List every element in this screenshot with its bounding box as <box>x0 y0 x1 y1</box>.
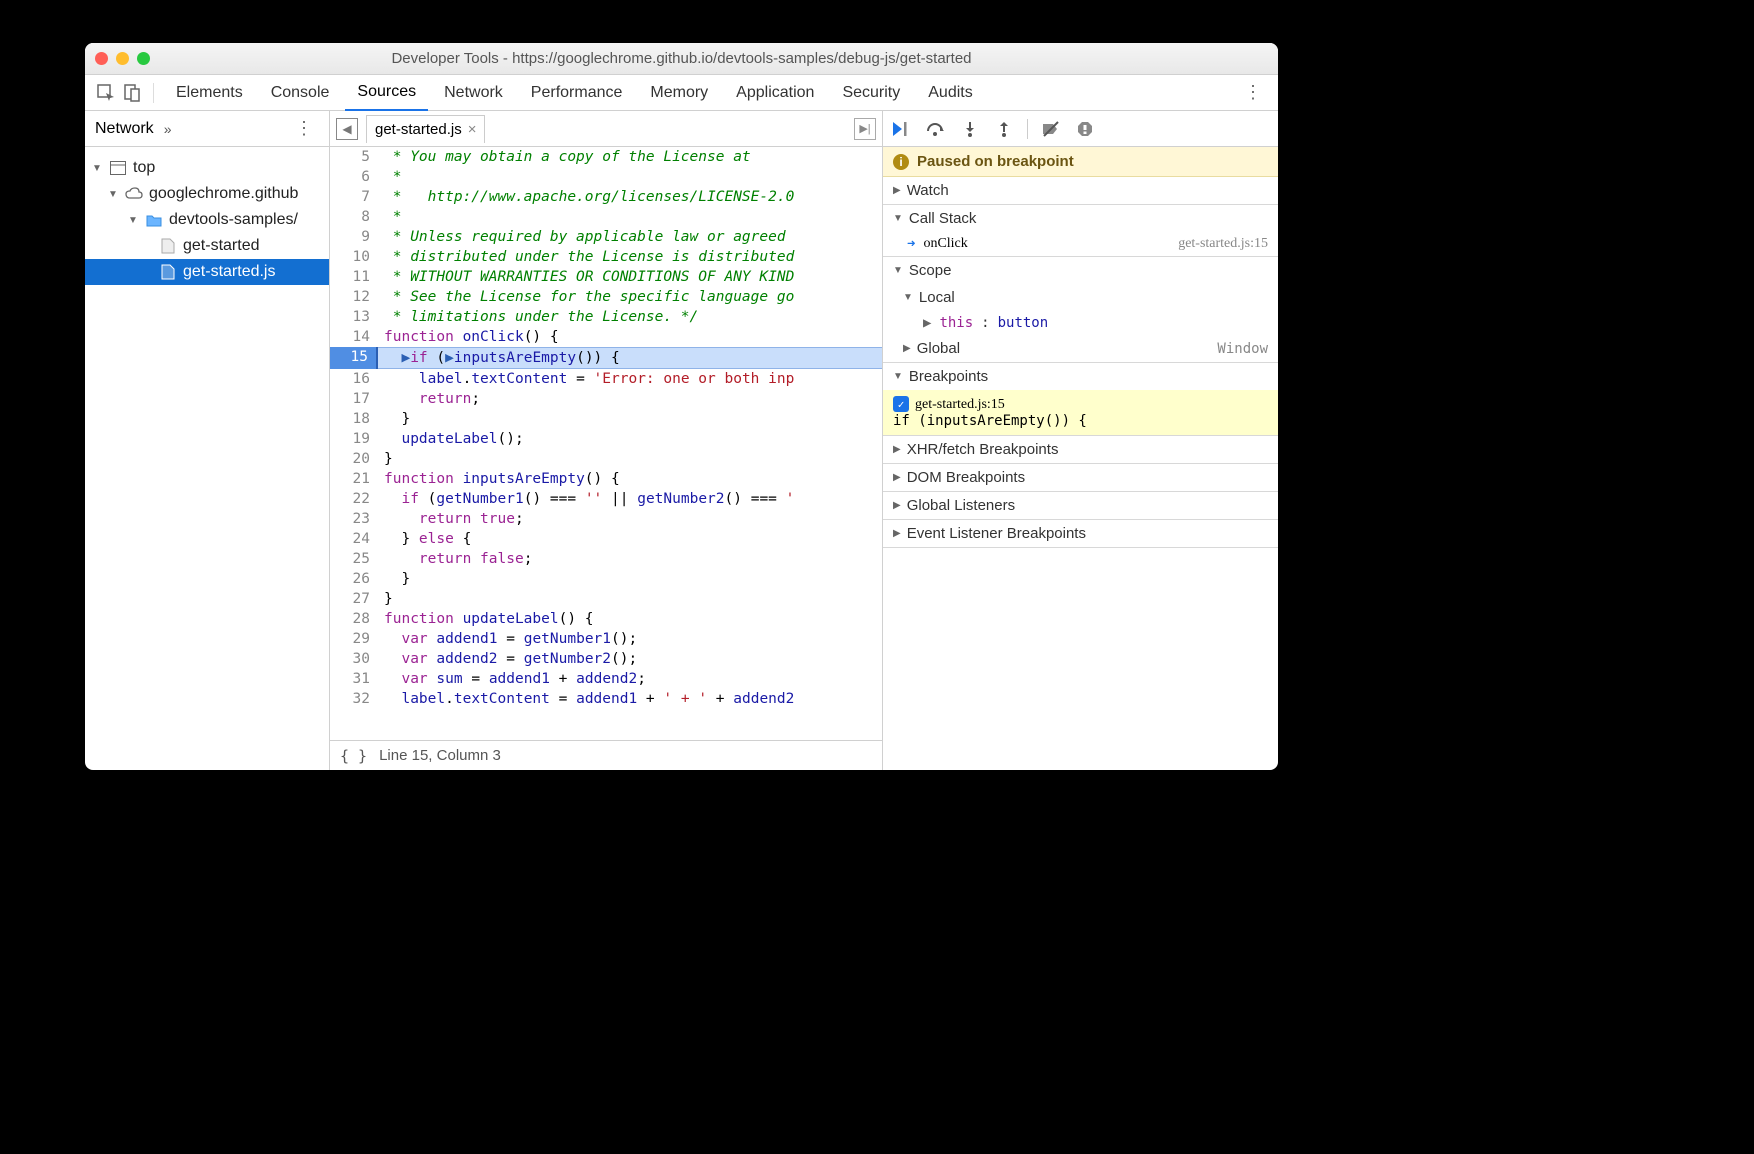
toggle-navigator-icon[interactable]: ◀ <box>336 118 358 140</box>
tree-folder[interactable]: ▼ devtools-samples/ <box>85 207 329 233</box>
tab-security[interactable]: Security <box>830 75 912 111</box>
close-window-icon[interactable] <box>95 52 108 65</box>
scope-section[interactable]: ▼Scope <box>883 257 1278 284</box>
scope-this[interactable]: ▶this: button <box>883 311 1278 335</box>
file-tree: ▼ top ▼ googlechrome.github ▼ devtools-s… <box>85 147 329 293</box>
tab-memory[interactable]: Memory <box>638 75 720 111</box>
code-editor[interactable]: 5 * You may obtain a copy of the License… <box>330 147 882 740</box>
step-over-icon[interactable] <box>925 118 947 140</box>
navigator-menu-icon[interactable]: ⋮ <box>289 118 319 139</box>
callstack-frame[interactable]: ➜ onClick get-started.js:15 <box>883 232 1278 256</box>
navigator-more-icon[interactable]: » <box>164 121 172 137</box>
tab-elements[interactable]: Elements <box>164 75 255 111</box>
close-tab-icon[interactable]: × <box>468 121 477 138</box>
scope-global[interactable]: ▶GlobalWindow <box>883 335 1278 362</box>
tree-domain[interactable]: ▼ googlechrome.github <box>85 181 329 207</box>
tab-sources[interactable]: Sources <box>345 75 428 111</box>
run-snippet-icon[interactable]: ▶| <box>854 118 876 140</box>
window-title: Developer Tools - https://googlechrome.g… <box>391 50 971 67</box>
main-tabs: Elements Console Sources Network Perform… <box>85 75 1278 111</box>
tree-folder-label: devtools-samples/ <box>169 211 298 229</box>
tab-console[interactable]: Console <box>259 75 342 111</box>
watch-section[interactable]: ▶Watch <box>883 177 1278 204</box>
window-icon <box>109 159 127 177</box>
cursor-position: Line 15, Column 3 <box>379 747 501 764</box>
tab-network[interactable]: Network <box>432 75 515 111</box>
debugger-panel: i Paused on breakpoint ▶Watch ▼Call Stac… <box>883 111 1278 770</box>
navigator-panel: Network » ⋮ ▼ top ▼ googlechrome.github … <box>85 111 330 770</box>
paused-text: Paused on breakpoint <box>917 153 1074 170</box>
file-icon <box>159 237 177 255</box>
tree-domain-label: googlechrome.github <box>149 185 298 203</box>
file-icon <box>159 263 177 281</box>
breakpoints-section[interactable]: ▼Breakpoints <box>883 363 1278 390</box>
callstack-section[interactable]: ▼Call Stack <box>883 205 1278 232</box>
pause-exceptions-icon[interactable] <box>1074 118 1096 140</box>
info-icon: i <box>893 154 909 170</box>
scope-local[interactable]: ▼Local <box>883 284 1278 311</box>
tree-top[interactable]: ▼ top <box>85 155 329 181</box>
global-listeners-section[interactable]: ▶Global Listeners <box>883 492 1278 519</box>
breakpoint-checkbox[interactable]: ✓ <box>893 396 909 412</box>
kebab-menu-icon[interactable]: ⋮ <box>1238 82 1268 103</box>
tree-top-label: top <box>133 159 155 177</box>
paused-banner: i Paused on breakpoint <box>883 147 1278 177</box>
tree-file-html[interactable]: get-started <box>85 233 329 259</box>
editor-panel: ◀ get-started.js × ▶| 5 * You may obtain… <box>330 111 883 770</box>
zoom-window-icon[interactable] <box>137 52 150 65</box>
editor-statusbar: { } Line 15, Column 3 <box>330 740 882 770</box>
current-frame-icon: ➜ <box>907 236 915 252</box>
inspect-icon[interactable] <box>95 82 117 104</box>
file-tab-label: get-started.js <box>375 121 462 138</box>
titlebar: Developer Tools - https://googlechrome.g… <box>85 43 1278 75</box>
navigator-tab[interactable]: Network <box>95 120 154 138</box>
deactivate-breakpoints-icon[interactable] <box>1040 118 1062 140</box>
minimize-window-icon[interactable] <box>116 52 129 65</box>
tab-audits[interactable]: Audits <box>916 75 984 111</box>
window-controls <box>95 52 150 65</box>
folder-icon <box>145 211 163 229</box>
pretty-print-icon[interactable]: { } <box>340 747 367 765</box>
resume-icon[interactable] <box>891 118 913 140</box>
debugger-toolbar <box>883 111 1278 147</box>
breakpoint-entry[interactable]: ✓get-started.js:15 if (inputsAreEmpty())… <box>883 390 1278 435</box>
step-out-icon[interactable] <box>993 118 1015 140</box>
dom-section[interactable]: ▶DOM Breakpoints <box>883 464 1278 491</box>
tree-file-js-label: get-started.js <box>183 263 275 281</box>
cloud-icon <box>125 185 143 203</box>
step-into-icon[interactable] <box>959 118 981 140</box>
event-listener-section[interactable]: ▶Event Listener Breakpoints <box>883 520 1278 547</box>
tab-application[interactable]: Application <box>724 75 826 111</box>
device-toolbar-icon[interactable] <box>121 82 143 104</box>
xhr-section[interactable]: ▶XHR/fetch Breakpoints <box>883 436 1278 463</box>
file-tab[interactable]: get-started.js × <box>366 115 485 143</box>
tree-file-html-label: get-started <box>183 237 259 255</box>
tree-file-js[interactable]: get-started.js <box>85 259 329 285</box>
tab-performance[interactable]: Performance <box>519 75 635 111</box>
devtools-window: Developer Tools - https://googlechrome.g… <box>85 43 1278 770</box>
